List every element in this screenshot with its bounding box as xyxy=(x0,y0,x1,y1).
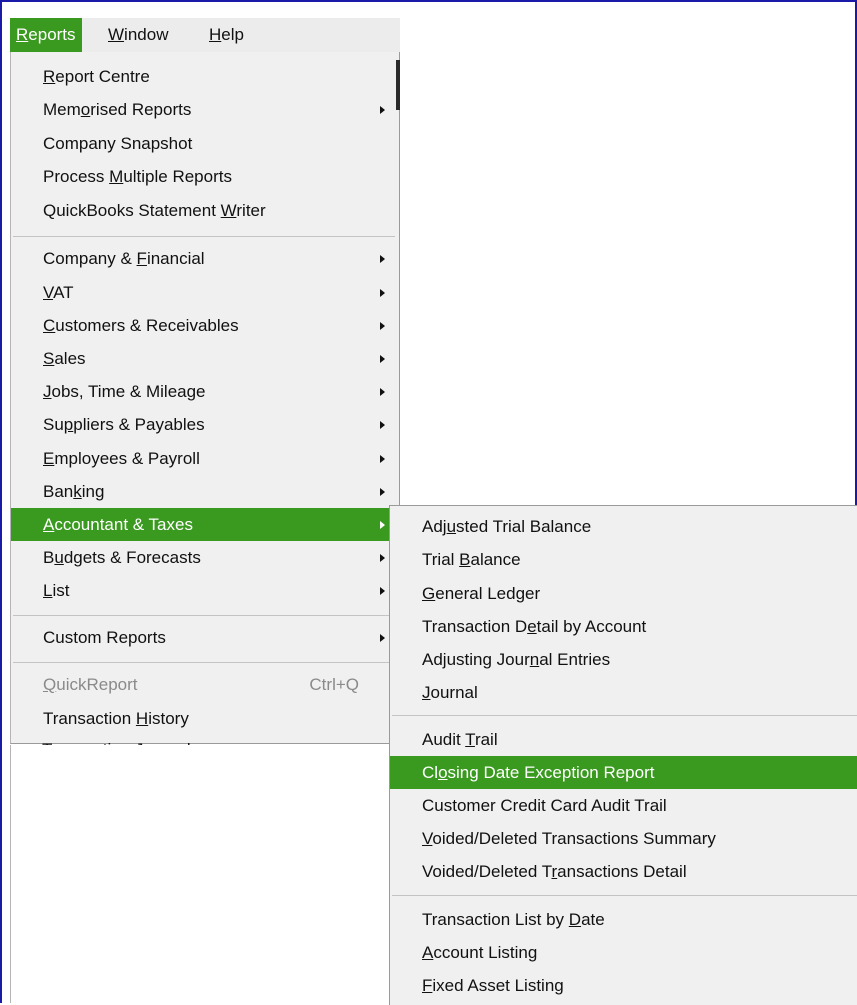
menu-item-sales[interactable]: Sales xyxy=(11,342,399,375)
menu-item-report-centre[interactable]: Report Centre xyxy=(11,60,399,93)
scrollbar-shadow xyxy=(396,60,400,110)
menu-item-jobs-time-mileage[interactable]: Jobs, Time & Mileage xyxy=(11,375,399,408)
menu-item-quickreport[interactable]: QuickReport Ctrl+Q xyxy=(11,668,399,701)
submenu-arrow-icon xyxy=(380,289,385,297)
accountant-taxes-submenu: Adjusted Trial Balance Trial Balance Gen… xyxy=(389,505,857,1005)
submenu-arrow-icon xyxy=(380,455,385,463)
submenu-arrow-icon xyxy=(380,421,385,429)
submenu-arrow-icon xyxy=(380,388,385,396)
menu-item-customers-receivables[interactable]: Customers & Receivables xyxy=(11,309,399,342)
menu-item-budgets-forecasts[interactable]: Budgets & Forecasts xyxy=(11,541,399,574)
menu-item-memorised-reports[interactable]: Memorised Reports xyxy=(11,93,399,126)
menu-item-process-multiple-reports[interactable]: Process Multiple Reports xyxy=(11,160,399,193)
menu-separator xyxy=(13,615,395,616)
reports-menu: Report Centre Memorised Reports Company … xyxy=(10,52,400,744)
submenu-item-journal[interactable]: Journal xyxy=(390,676,857,709)
menu-item-custom-reports[interactable]: Custom Reports xyxy=(11,621,399,654)
submenu-item-voided-detail[interactable]: Voided/Deleted Transactions Detail xyxy=(390,855,857,888)
menu-item-company-financial[interactable]: Company & Financial xyxy=(11,242,399,275)
menu-item-employees-payroll[interactable]: Employees & Payroll xyxy=(11,442,399,475)
submenu-arrow-icon xyxy=(380,587,385,595)
submenu-arrow-icon xyxy=(380,106,385,114)
submenu-item-closing-date-exception-report[interactable]: Closing Date Exception Report xyxy=(390,756,857,789)
submenu-item-voided-summary[interactable]: Voided/Deleted Transactions Summary xyxy=(390,822,857,855)
menu-separator xyxy=(13,662,395,663)
menu-item-list[interactable]: List xyxy=(11,574,399,607)
submenu-item-transaction-list-by-date[interactable]: Transaction List by Date xyxy=(390,903,857,936)
submenu-item-adjusting-journal-entries[interactable]: Adjusting Journal Entries xyxy=(390,643,857,676)
submenu-arrow-icon xyxy=(380,488,385,496)
menu-item-statement-writer[interactable]: QuickBooks Statement Writer xyxy=(11,194,399,227)
menu-bar: Reports Window Help xyxy=(10,18,400,53)
menu-help[interactable]: Help xyxy=(203,18,250,52)
submenu-arrow-icon xyxy=(380,322,385,330)
menu-item-suppliers-payables[interactable]: Suppliers & Payables xyxy=(11,408,399,441)
background-pane xyxy=(10,745,392,1003)
submenu-item-trial-balance[interactable]: Trial Balance xyxy=(390,543,857,576)
submenu-arrow-icon xyxy=(380,521,385,529)
submenu-item-transaction-detail[interactable]: Transaction Detail by Account xyxy=(390,610,857,643)
submenu-item-adjusted-trial-balance[interactable]: Adjusted Trial Balance xyxy=(390,510,857,543)
submenu-arrow-icon xyxy=(380,554,385,562)
menu-window[interactable]: Window xyxy=(102,18,174,52)
shortcut-label: Ctrl+Q xyxy=(309,675,359,694)
submenu-arrow-icon xyxy=(380,355,385,363)
menu-separator xyxy=(392,715,857,716)
menu-separator xyxy=(392,895,857,896)
submenu-item-audit-trail[interactable]: Audit Trail xyxy=(390,723,857,756)
menu-reports[interactable]: Reports xyxy=(10,18,82,52)
menu-item-company-snapshot[interactable]: Company Snapshot xyxy=(11,127,399,160)
submenu-arrow-icon xyxy=(380,634,385,642)
submenu-item-general-ledger[interactable]: General Ledger xyxy=(390,577,857,610)
submenu-item-account-listing[interactable]: Account Listing xyxy=(390,936,857,969)
submenu-item-fixed-asset-listing[interactable]: Fixed Asset Listing xyxy=(390,969,857,1002)
menu-item-transaction-history[interactable]: Transaction History xyxy=(11,702,399,735)
submenu-arrow-icon xyxy=(380,255,385,263)
submenu-item-credit-card-audit-trail[interactable]: Customer Credit Card Audit Trail xyxy=(390,789,857,822)
menu-item-accountant-taxes[interactable]: Accountant & Taxes xyxy=(11,508,399,541)
menu-separator xyxy=(13,236,395,237)
menu-item-vat[interactable]: VAT xyxy=(11,276,399,309)
menu-item-banking[interactable]: Banking xyxy=(11,475,399,508)
